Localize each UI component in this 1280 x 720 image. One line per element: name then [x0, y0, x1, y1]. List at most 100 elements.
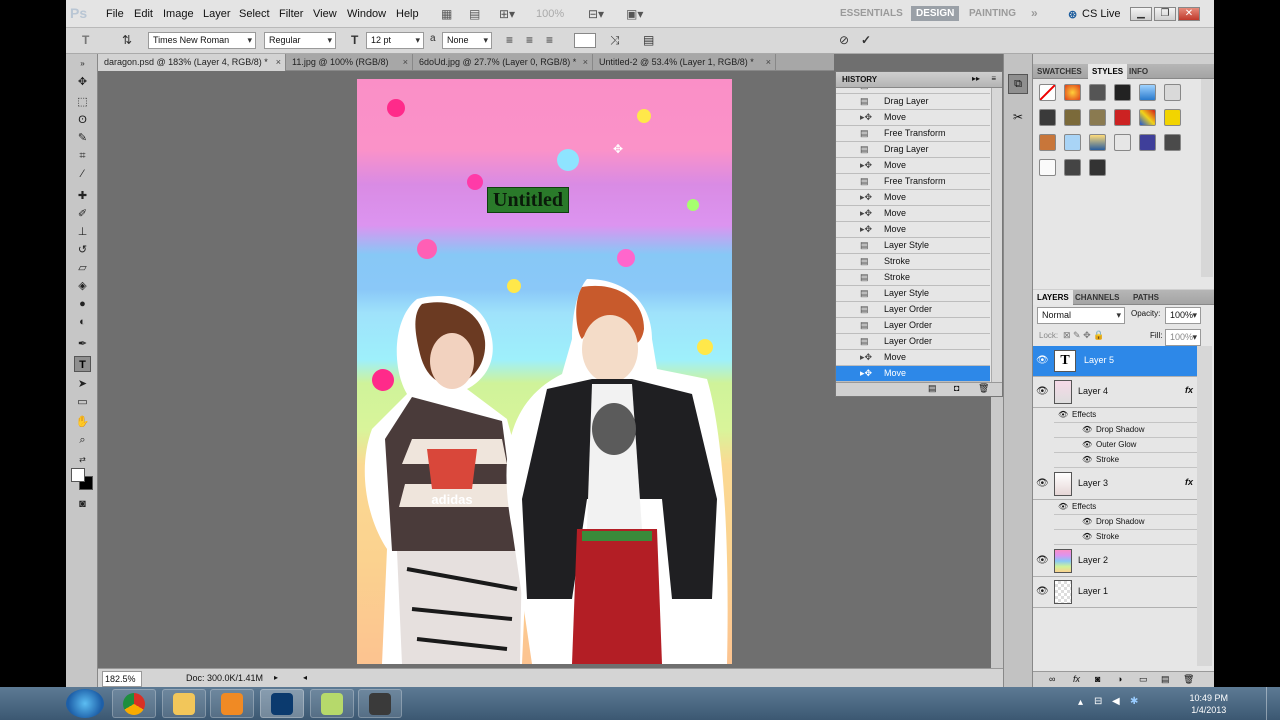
- crop-tool-icon[interactable]: ⌗: [74, 148, 91, 164]
- tab-channels[interactable]: CHANNELS: [1071, 290, 1123, 305]
- style-swatch[interactable]: [1139, 134, 1156, 151]
- menu-file[interactable]: File: [106, 8, 124, 20]
- start-button-icon[interactable]: [66, 689, 104, 718]
- taskbar-photoshop-icon[interactable]: [260, 689, 304, 718]
- style-swatch[interactable]: [1089, 109, 1106, 126]
- new-document-from-state-icon[interactable]: ▤: [928, 383, 937, 394]
- tab-daragon[interactable]: daragon.psd @ 183% (Layer 4, RGB/8) * ×: [98, 54, 286, 71]
- blur-tool-icon[interactable]: ●: [74, 296, 91, 312]
- tab-11-jpg[interactable]: 11.jpg @ 100% (RGB/8) ×: [286, 54, 413, 71]
- close-tab-icon[interactable]: ×: [766, 54, 771, 70]
- eyedropper-tool-icon[interactable]: ⁄: [74, 166, 91, 182]
- tab-6doud-jpg[interactable]: 6doUd.jpg @ 27.7% (Layer 0, RGB/8) * ×: [413, 54, 593, 71]
- history-item[interactable]: ▸✥ Move: [836, 350, 990, 366]
- menu-filter[interactable]: Filter: [279, 8, 303, 20]
- menu-help[interactable]: Help: [396, 8, 419, 20]
- visibility-eye-icon[interactable]: 👁: [1036, 586, 1049, 597]
- effect-eye-icon[interactable]: 👁: [1082, 438, 1092, 452]
- style-swatch[interactable]: [1064, 159, 1081, 176]
- minibridge-icon[interactable]: ▤: [469, 7, 480, 21]
- eraser-tool-icon[interactable]: ▱: [74, 260, 91, 276]
- healing-brush-tool-icon[interactable]: ✚: [74, 188, 91, 204]
- visibility-eye-icon[interactable]: 👁: [1036, 386, 1049, 397]
- path-selection-tool-icon[interactable]: ➤: [74, 376, 91, 392]
- panel-collapse-icon[interactable]: ▸▸: [972, 74, 980, 83]
- zoom-level[interactable]: 100%: [536, 8, 564, 20]
- styles-scrollbar[interactable]: [1201, 79, 1213, 277]
- lock-icons[interactable]: ⊠ ✎ ✥ 🔒: [1063, 330, 1104, 341]
- pen-tool-icon[interactable]: ✒: [74, 336, 91, 352]
- zoom-tool-icon[interactable]: ⌕: [74, 432, 91, 448]
- antialias-select[interactable]: None: [442, 32, 492, 49]
- minimize-button[interactable]: ▁: [1130, 7, 1152, 21]
- opacity-field[interactable]: 100%: [1165, 307, 1201, 324]
- swap-colors-icon[interactable]: ⇄: [74, 452, 91, 468]
- style-swatch[interactable]: [1089, 134, 1106, 151]
- new-group-icon[interactable]: ▭: [1139, 672, 1148, 686]
- type-tool-icon[interactable]: T: [74, 356, 91, 372]
- close-tab-icon[interactable]: ×: [583, 54, 588, 70]
- shape-tool-icon[interactable]: ▭: [74, 394, 91, 410]
- status-arrow-icon[interactable]: ▸: [274, 669, 278, 687]
- align-left-icon[interactable]: ≡: [506, 33, 513, 47]
- font-size-select[interactable]: 12 pt: [366, 32, 424, 49]
- commit-edit-icon[interactable]: ✓: [861, 33, 871, 47]
- text-orientation-icon[interactable]: ⇅: [122, 33, 132, 47]
- history-brush-tool-icon[interactable]: ↺: [74, 242, 91, 258]
- tool-presets-icon[interactable]: ✂: [1008, 108, 1028, 128]
- align-right-icon[interactable]: ≡: [546, 33, 553, 47]
- fx-icon[interactable]: fx: [1185, 385, 1193, 395]
- visibility-eye-icon[interactable]: 👁: [1036, 355, 1049, 366]
- scroll-left-icon[interactable]: ◂: [303, 669, 307, 687]
- taskbar-chrome-icon[interactable]: [112, 689, 156, 718]
- adjustment-layer-icon[interactable]: ◑: [1117, 672, 1122, 686]
- history-item[interactable]: ▸✥ Move: [836, 366, 990, 382]
- text-color-swatch[interactable]: [574, 33, 596, 48]
- style-none-swatch[interactable]: [1039, 84, 1056, 101]
- lasso-tool-icon[interactable]: ʘ: [74, 112, 91, 128]
- effects-eye-icon[interactable]: 👁: [1058, 500, 1068, 514]
- history-item[interactable]: ▤ Drag Layer: [836, 142, 990, 158]
- style-swatch[interactable]: [1064, 134, 1081, 151]
- effect-outer-glow[interactable]: 👁 Outer Glow: [1054, 438, 1197, 453]
- zoom-field[interactable]: 182.5%: [102, 671, 142, 687]
- style-swatch[interactable]: [1064, 109, 1081, 126]
- restore-button[interactable]: ❐: [1154, 7, 1176, 21]
- style-swatch[interactable]: [1039, 159, 1056, 176]
- workspace-more-icon[interactable]: »: [1031, 6, 1038, 20]
- screen-mode-icon[interactable]: ▣▾: [626, 7, 643, 21]
- extras-icon[interactable]: ⊞▾: [499, 7, 515, 21]
- cancel-edit-icon[interactable]: ⊘: [839, 33, 849, 47]
- menu-view[interactable]: View: [313, 8, 337, 20]
- collapse-tools-icon[interactable]: »: [74, 56, 91, 72]
- history-item[interactable]: ▤ Layer Style: [836, 286, 990, 302]
- warp-text-icon[interactable]: ⤨: [610, 33, 620, 48]
- close-button[interactable]: ✕: [1178, 7, 1200, 21]
- history-item[interactable]: ▤ Free Transform: [836, 126, 990, 142]
- menu-select[interactable]: Select: [239, 8, 270, 20]
- visibility-eye-icon[interactable]: 👁: [1036, 555, 1049, 566]
- font-family-select[interactable]: Times New Roman: [148, 32, 256, 49]
- taskbar-sticky-notes-icon[interactable]: [310, 689, 354, 718]
- history-item[interactable]: ▤ Layer Order: [836, 334, 990, 350]
- new-snapshot-icon[interactable]: ◘: [954, 383, 959, 393]
- add-style-icon[interactable]: fx: [1073, 672, 1080, 686]
- workspace-essentials[interactable]: ESSENTIALS: [840, 8, 903, 19]
- visibility-eye-icon[interactable]: 👁: [1036, 478, 1049, 489]
- effect-eye-icon[interactable]: 👁: [1082, 453, 1092, 467]
- history-item[interactable]: ▤ Layer Order: [836, 302, 990, 318]
- taskbar-media-player-icon[interactable]: [210, 689, 254, 718]
- link-layers-icon[interactable]: ∞: [1049, 672, 1055, 686]
- menu-image[interactable]: Image: [163, 8, 194, 20]
- history-item[interactable]: ▤ Drag Layer: [836, 94, 990, 110]
- arrange-icon[interactable]: ⊟▾: [588, 7, 604, 21]
- cs-live-button[interactable]: CS Live: [1082, 8, 1121, 20]
- effects-eye-icon[interactable]: 👁: [1058, 408, 1068, 422]
- history-item[interactable]: ▤ Free Transform: [836, 174, 990, 190]
- close-tab-icon[interactable]: ×: [403, 54, 408, 70]
- style-swatch[interactable]: [1164, 84, 1181, 101]
- effect-drop-shadow[interactable]: 👁 Drop Shadow: [1054, 515, 1197, 530]
- menu-window[interactable]: Window: [347, 8, 386, 20]
- tray-network-icon[interactable]: ⊟: [1094, 696, 1102, 707]
- history-item[interactable]: ▤ Layer Style: [836, 238, 990, 254]
